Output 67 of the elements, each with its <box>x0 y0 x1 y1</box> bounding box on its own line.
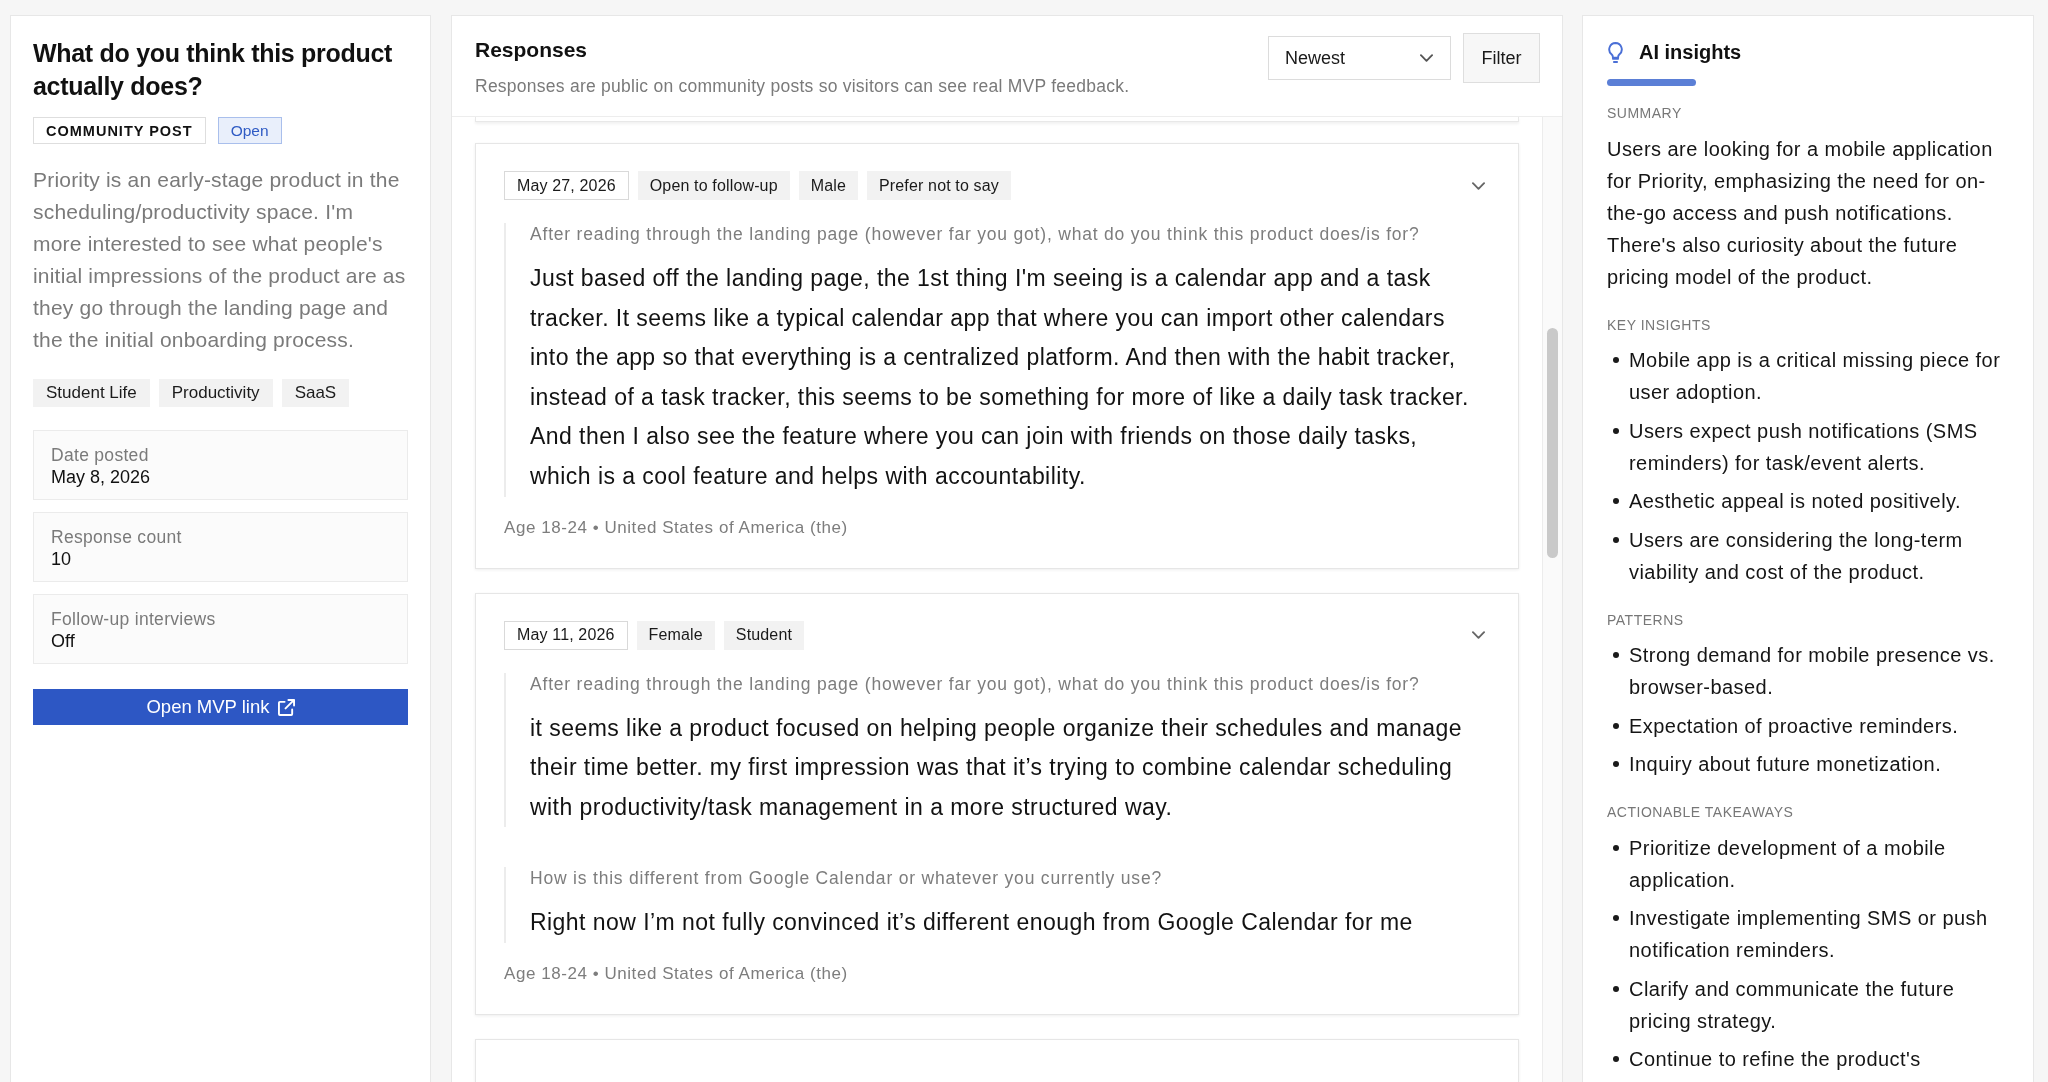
stat-label: Date posted <box>51 444 149 466</box>
stat-value: 10 <box>51 548 72 570</box>
bullet-icon <box>1613 985 1619 992</box>
insights-title: AI insights <box>1639 40 1742 64</box>
insight-item: Users are considering the long-term viability and cost of the product. <box>1629 527 1964 585</box>
section-heading: PATTERNS <box>1607 610 1685 630</box>
sort-dropdown[interactable]: Newest <box>1268 36 1451 80</box>
stat-value: Off <box>51 630 75 652</box>
answer-text: Just based off the landing page, the 1st thing I'm seeing is a calendar app and a task tracker. It seems like a typical calendar app that where you can import other calendars into the app so that everything is a centralized platform. And then with the habit tracker, instead of a task tracker, this seems to be something for more of like a daily task tracker. And then I also see the feature where you can join with friends on those daily tasks, which is a cool feature and helps with accountability. <box>530 264 1470 491</box>
bullet-icon <box>1613 427 1619 434</box>
status-badge: Open <box>217 117 282 144</box>
section-heading: KEY INSIGHTS <box>1607 315 1712 335</box>
responses-title: Responses <box>475 37 589 63</box>
stat-label: Follow-up interviews <box>51 608 216 630</box>
insight-item: Clarify and communicate the future pricing strategy. <box>1629 976 1956 1034</box>
responses-subtitle: Responses are public on community posts so visitors can see real MVP feedback. <box>475 75 1130 97</box>
scrollbar-thumb[interactable] <box>1547 328 1558 558</box>
filter-button[interactable]: Filter <box>1463 33 1540 83</box>
insight-item: Users expect push notifications (SMS reminders) for task/event alerts. <box>1629 418 1979 476</box>
insight-item: Aesthetic appeal is noted positively. <box>1629 489 1962 514</box>
tag-chip: Student <box>723 620 805 650</box>
stat-label: Response count <box>51 526 182 548</box>
insight-item: Strong demand for mobile presence vs. browser-based. <box>1629 643 1996 700</box>
bullet-icon <box>1613 722 1619 729</box>
question-text: After reading through the landing page (however far you got), what do you think this product does/is for? <box>530 223 1421 245</box>
summary-text: Users are looking for a mobile application for Priority, emphasizing the need for on-the-go access and push notifications. There's also curiosity about the future pricing model of the product. <box>1607 136 1994 290</box>
insight-item: Mobile app is a critical missing piece for user adoption. <box>1629 348 2002 405</box>
stat-value: May 8, 2026 <box>51 466 151 488</box>
insight-item: Prioritize development of a mobile application. <box>1629 835 1947 893</box>
question-text: After reading through the landing page (however far you got), what do you think this product does/is for? <box>530 672 1421 695</box>
bullet-icon <box>1613 761 1619 767</box>
post-description: Priority is an early-stage product in the scheduling/productivity space. I'm more interested to see what people's initial impressions of the product are as they go through the landing page and the the initial onboarding process. <box>33 167 407 353</box>
chevron-down-icon[interactable] <box>1472 181 1485 190</box>
tag-chip: Open to follow-up <box>637 171 790 200</box>
bullet-icon <box>1613 536 1619 543</box>
insight-item: Investigate implementing SMS or push notification reminders. <box>1629 906 1989 963</box>
date-chip: May 27, 2026 <box>504 171 629 200</box>
tag-chip: Student Life <box>33 379 150 407</box>
respondent-meta: Age 18-24 • United States of America (the) <box>504 516 849 539</box>
tag-chip: Male <box>798 171 858 200</box>
post-title: What do you think this product actually does? <box>33 38 394 102</box>
bullet-icon <box>1613 915 1619 921</box>
bullet-icon <box>1613 357 1619 363</box>
bullet-icon <box>1613 652 1619 658</box>
bullet-icon <box>1613 844 1619 851</box>
chevron-down-icon[interactable] <box>1472 631 1485 640</box>
chevron-down-icon <box>1420 54 1433 62</box>
bullet-icon <box>1613 498 1619 504</box>
question-text: How is this different from Google Calendar or whatever you currently use? <box>530 867 1163 890</box>
tag-chip: Productivity <box>158 379 273 407</box>
answer-text: Right now I’m not fully convinced it’s different enough from Google Calendar for me <box>530 908 1414 938</box>
lightbulb-icon <box>1608 41 1623 63</box>
insight-item: Continue to refine the product's <box>1629 1047 1921 1072</box>
post-type-badge: COMMUNITY POST <box>33 117 206 144</box>
tag-chip: Prefer not to say <box>867 171 1011 200</box>
tag-chip: SaaS <box>281 379 350 407</box>
open-mvp-link-button[interactable]: Open MVP link <box>33 689 408 725</box>
tag-chip: Female <box>636 620 715 650</box>
external-link-icon <box>277 698 295 716</box>
respondent-meta: Age 18-24 • United States of America (the) <box>504 962 849 985</box>
section-heading: ACTIONABLE TAKEAWAYS <box>1607 803 1795 822</box>
insight-item: Inquiry about future monetization. <box>1629 752 1942 777</box>
section-heading: SUMMARY <box>1607 104 1683 123</box>
insight-item: Expectation of proactive reminders. <box>1629 713 1959 739</box>
answer-text: it seems like a product focused on helping people organize their schedules and manage their time better. my first impression was that it’s trying to combine calendar scheduling with productivity/task management in a more structured way. <box>530 713 1463 822</box>
date-chip: May 11, 2026 <box>504 620 628 650</box>
bullet-icon <box>1613 1056 1619 1062</box>
